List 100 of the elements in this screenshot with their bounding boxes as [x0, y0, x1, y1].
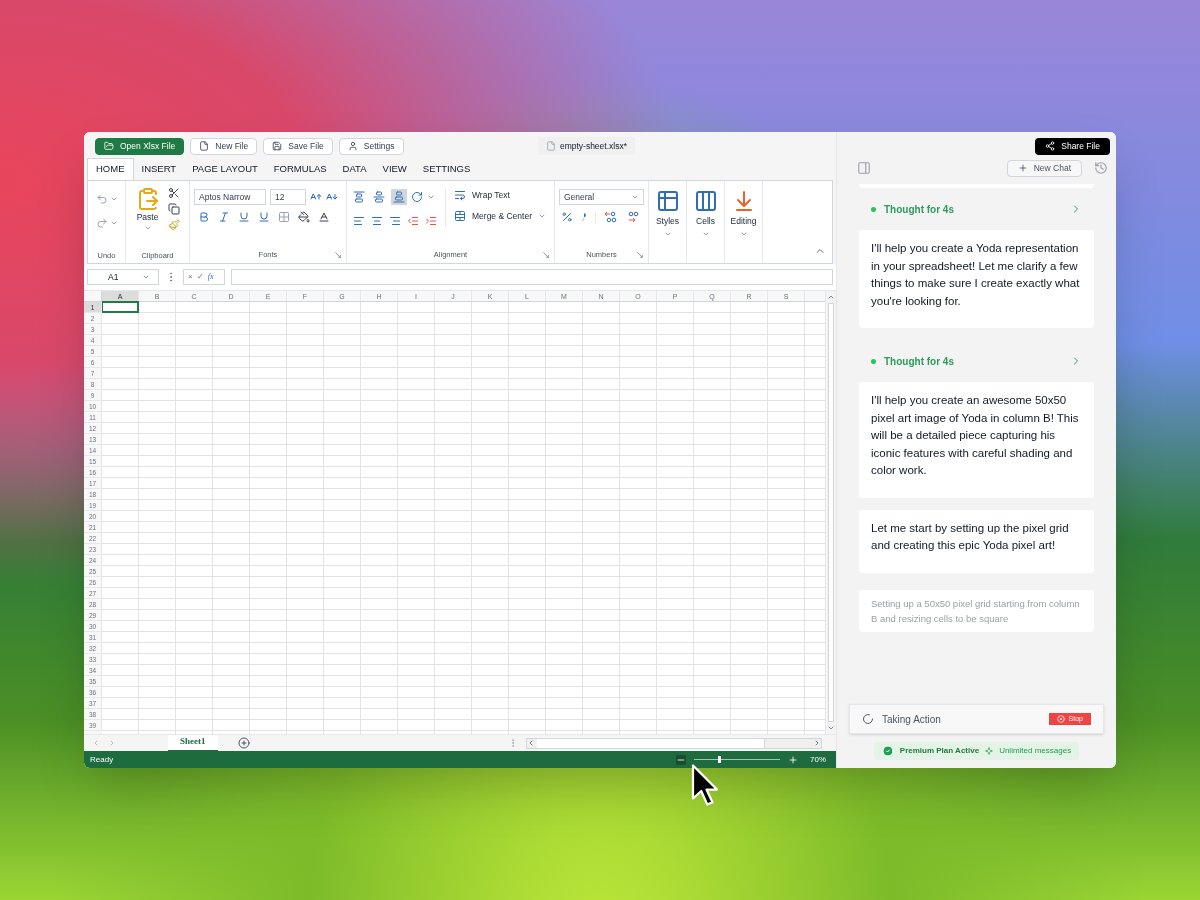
- ribbon-tab[interactable]: DATA: [334, 158, 375, 180]
- confirm-label[interactable]: ✓: [196, 271, 204, 283]
- font-color-icon[interactable]: [318, 211, 330, 223]
- comma-style-icon[interactable]: [581, 211, 587, 223]
- scroll-up-icon[interactable]: [827, 293, 835, 301]
- add-sheet-icon[interactable]: [237, 737, 250, 749]
- font-size-select[interactable]: 12: [270, 189, 306, 205]
- orientation-icon[interactable]: [411, 191, 423, 203]
- sheet-next-icon[interactable]: [108, 739, 116, 747]
- paste-button[interactable]: Paste: [135, 187, 160, 232]
- styles-icon: [655, 189, 680, 213]
- toolbar-button[interactable]: Settings: [338, 137, 404, 155]
- button-icon: [104, 141, 114, 151]
- double-underline-icon[interactable]: [258, 211, 270, 223]
- copy-icon[interactable]: [167, 203, 180, 215]
- toolbar-button[interactable]: New File: [190, 137, 258, 155]
- wrap-text-button[interactable]: Wrap Text: [454, 189, 546, 202]
- new-chat-button[interactable]: New Chat: [1006, 159, 1082, 177]
- function-label[interactable]: fx: [207, 271, 214, 283]
- ribbon-tab[interactable]: PAGE LAYOUT: [184, 158, 266, 180]
- decrease-indent-icon[interactable]: [407, 215, 419, 227]
- caret-icon[interactable]: [109, 195, 118, 203]
- thought-label: Thought for 4s: [884, 354, 954, 369]
- button-icon: [199, 141, 210, 151]
- scroll-down-icon[interactable]: [827, 724, 835, 732]
- ribbon-tab[interactable]: VIEW: [374, 158, 415, 180]
- number-format-select[interactable]: General: [559, 189, 644, 205]
- scroll-right-icon[interactable]: [813, 739, 821, 747]
- redo-icon[interactable]: [95, 217, 108, 229]
- action-label: Taking Action: [882, 712, 941, 727]
- launcher-icon[interactable]: [334, 251, 342, 259]
- caret-icon: [631, 193, 639, 201]
- vertical-align-icon: [393, 191, 405, 203]
- cell-grid[interactable]: [102, 302, 825, 734]
- share-file-button[interactable]: Share File: [1035, 137, 1110, 155]
- borders-icon[interactable]: [278, 211, 290, 223]
- vertical-align-button[interactable]: [351, 189, 367, 205]
- toolbar-button[interactable]: Open Xlsx File: [95, 137, 185, 155]
- button-icon: [272, 141, 283, 151]
- cancel-label[interactable]: ×: [188, 271, 193, 283]
- thought-row[interactable]: Thought for 4s: [859, 352, 1094, 370]
- cut-icon[interactable]: [167, 187, 180, 199]
- vertical-align-button[interactable]: [391, 189, 407, 205]
- launcher-icon[interactable]: [542, 251, 550, 259]
- selected-cell[interactable]: [102, 301, 139, 313]
- formula-input[interactable]: [231, 269, 833, 285]
- bold-icon[interactable]: [198, 211, 210, 223]
- grow-font-icon[interactable]: [310, 191, 322, 203]
- vertical-scrollbar[interactable]: [825, 291, 836, 734]
- horizontal-scrollbar[interactable]: [526, 737, 822, 749]
- ribbon-tab[interactable]: SETTINGS: [414, 158, 479, 180]
- editing-button[interactable]: Editing: [730, 189, 757, 238]
- italic-icon[interactable]: [218, 211, 230, 223]
- align-right-icon[interactable]: [389, 215, 401, 227]
- zoom-out-icon[interactable]: [676, 754, 686, 765]
- thought-label: Thought for 4s: [884, 202, 954, 217]
- sheet-tab[interactable]: Sheet1: [168, 734, 218, 752]
- caret-icon[interactable]: [427, 193, 435, 201]
- fill-color-icon[interactable]: [298, 211, 310, 223]
- sidebar-toggle-icon[interactable]: [857, 161, 871, 175]
- scroll-left-icon[interactable]: [527, 739, 535, 747]
- align-left-icon[interactable]: [353, 215, 365, 227]
- zoom-in-icon[interactable]: [788, 754, 798, 765]
- zoom-level: 70%: [810, 753, 826, 766]
- ribbon-tab[interactable]: INSERT: [133, 158, 185, 180]
- decrease-decimal-icon[interactable]: [626, 211, 640, 223]
- scroll-thumb[interactable]: [537, 738, 765, 748]
- file-tab[interactable]: empty-sheet.xlsx*: [537, 137, 635, 155]
- zoom-thumb[interactable]: [718, 756, 722, 763]
- launcher-icon[interactable]: [636, 251, 644, 259]
- percent-icon[interactable]: [561, 211, 573, 223]
- name-box[interactable]: A1: [87, 269, 159, 285]
- thought-row[interactable]: Thought for 4s: [859, 200, 1094, 218]
- underline-icon[interactable]: [238, 211, 250, 223]
- undo-icon[interactable]: [95, 193, 108, 205]
- stop-icon: [1056, 715, 1065, 723]
- check-icon: [881, 745, 894, 757]
- caret-icon[interactable]: [142, 273, 150, 281]
- cell-reference: A1: [107, 270, 119, 284]
- ribbon-tab[interactable]: HOME: [87, 158, 134, 180]
- toolbar-button[interactable]: Save File: [263, 137, 333, 155]
- increase-decimal-icon[interactable]: [604, 211, 618, 223]
- shrink-font-icon[interactable]: [326, 191, 338, 203]
- format-painter-icon[interactable]: [167, 219, 180, 231]
- increase-indent-icon[interactable]: [425, 215, 437, 227]
- merge-center-button[interactable]: Merge & Center: [454, 209, 546, 223]
- cells-button[interactable]: Cells: [693, 189, 718, 238]
- scroll-thumb[interactable]: [828, 303, 834, 722]
- font-select[interactable]: Aptos Narrow: [194, 189, 266, 205]
- vertical-align-button[interactable]: [371, 189, 387, 205]
- plan-label: Premium Plan Active: [899, 745, 980, 757]
- align-center-icon[interactable]: [371, 215, 383, 227]
- sheet-prev-icon[interactable]: [92, 739, 100, 747]
- cells-icon: [693, 189, 718, 213]
- history-icon[interactable]: [1094, 161, 1108, 175]
- styles-button[interactable]: Styles: [655, 189, 680, 238]
- vertical-align-icon: [373, 191, 385, 203]
- caret-icon[interactable]: [109, 219, 118, 227]
- ribbon-tab[interactable]: FORMULAS: [265, 158, 335, 180]
- vertical-align-icon: [353, 191, 365, 203]
